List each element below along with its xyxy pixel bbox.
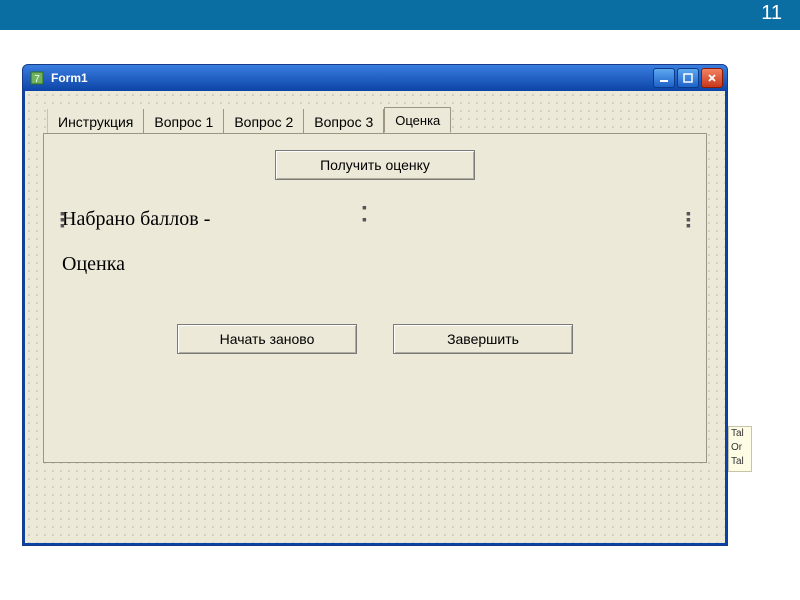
tab-strip: Инструкция Вопрос 1 Вопрос 2 Вопрос 3 Оц…: [47, 105, 707, 133]
client-area: Инструкция Вопрос 1 Вопрос 2 Вопрос 3 Оц…: [23, 91, 727, 545]
inspector-line: Tal: [731, 455, 751, 469]
get-grade-button[interactable]: Получить оценку: [275, 150, 475, 180]
close-button[interactable]: [701, 68, 723, 88]
grade-label: Оценка: [62, 253, 688, 276]
svg-text:7: 7: [34, 74, 40, 85]
tab-instruction[interactable]: Инструкция: [47, 109, 144, 134]
selection-handle-icon[interactable]: ▪▪▪: [686, 210, 690, 228]
stage: 7 Form1 Инструкция Вопрос 1 Вопрос: [22, 64, 752, 564]
form-window: 7 Form1 Инструкция Вопрос 1 Вопрос: [22, 64, 728, 546]
inspector-line: Tal: [731, 427, 751, 441]
tab-question-3[interactable]: Вопрос 3: [304, 109, 384, 134]
titlebar[interactable]: 7 Form1: [23, 65, 727, 91]
finish-button[interactable]: Завершить: [393, 324, 573, 354]
inspector-line: Or: [731, 441, 751, 455]
slide-banner: 11: [0, 0, 800, 30]
selection-handle-icon[interactable]: ▪ ▪: [362, 204, 366, 222]
restart-button[interactable]: Начать заново: [177, 324, 357, 354]
window-controls: [653, 68, 723, 88]
score-block: ▪▪▪ ▪ ▪ ▪▪▪ Набрано баллов - Оценка: [62, 208, 688, 276]
window-title: Form1: [51, 71, 653, 85]
score-label: Набрано баллов -: [62, 208, 688, 231]
tab-panel-grade: Получить оценку ▪▪▪ ▪ ▪ ▪▪▪ Набрано балл…: [43, 133, 707, 463]
page-number: 11: [761, 2, 782, 25]
app-icon: 7: [29, 70, 45, 86]
maximize-button[interactable]: [677, 68, 699, 88]
object-inspector-snippet: Tal Or Tal: [728, 426, 752, 472]
minimize-button[interactable]: [653, 68, 675, 88]
tab-grade[interactable]: Оценка: [384, 107, 451, 133]
tab-question-2[interactable]: Вопрос 2: [224, 109, 304, 134]
selection-handle-icon[interactable]: ▪▪▪: [60, 210, 64, 228]
tab-question-1[interactable]: Вопрос 1: [144, 109, 224, 134]
